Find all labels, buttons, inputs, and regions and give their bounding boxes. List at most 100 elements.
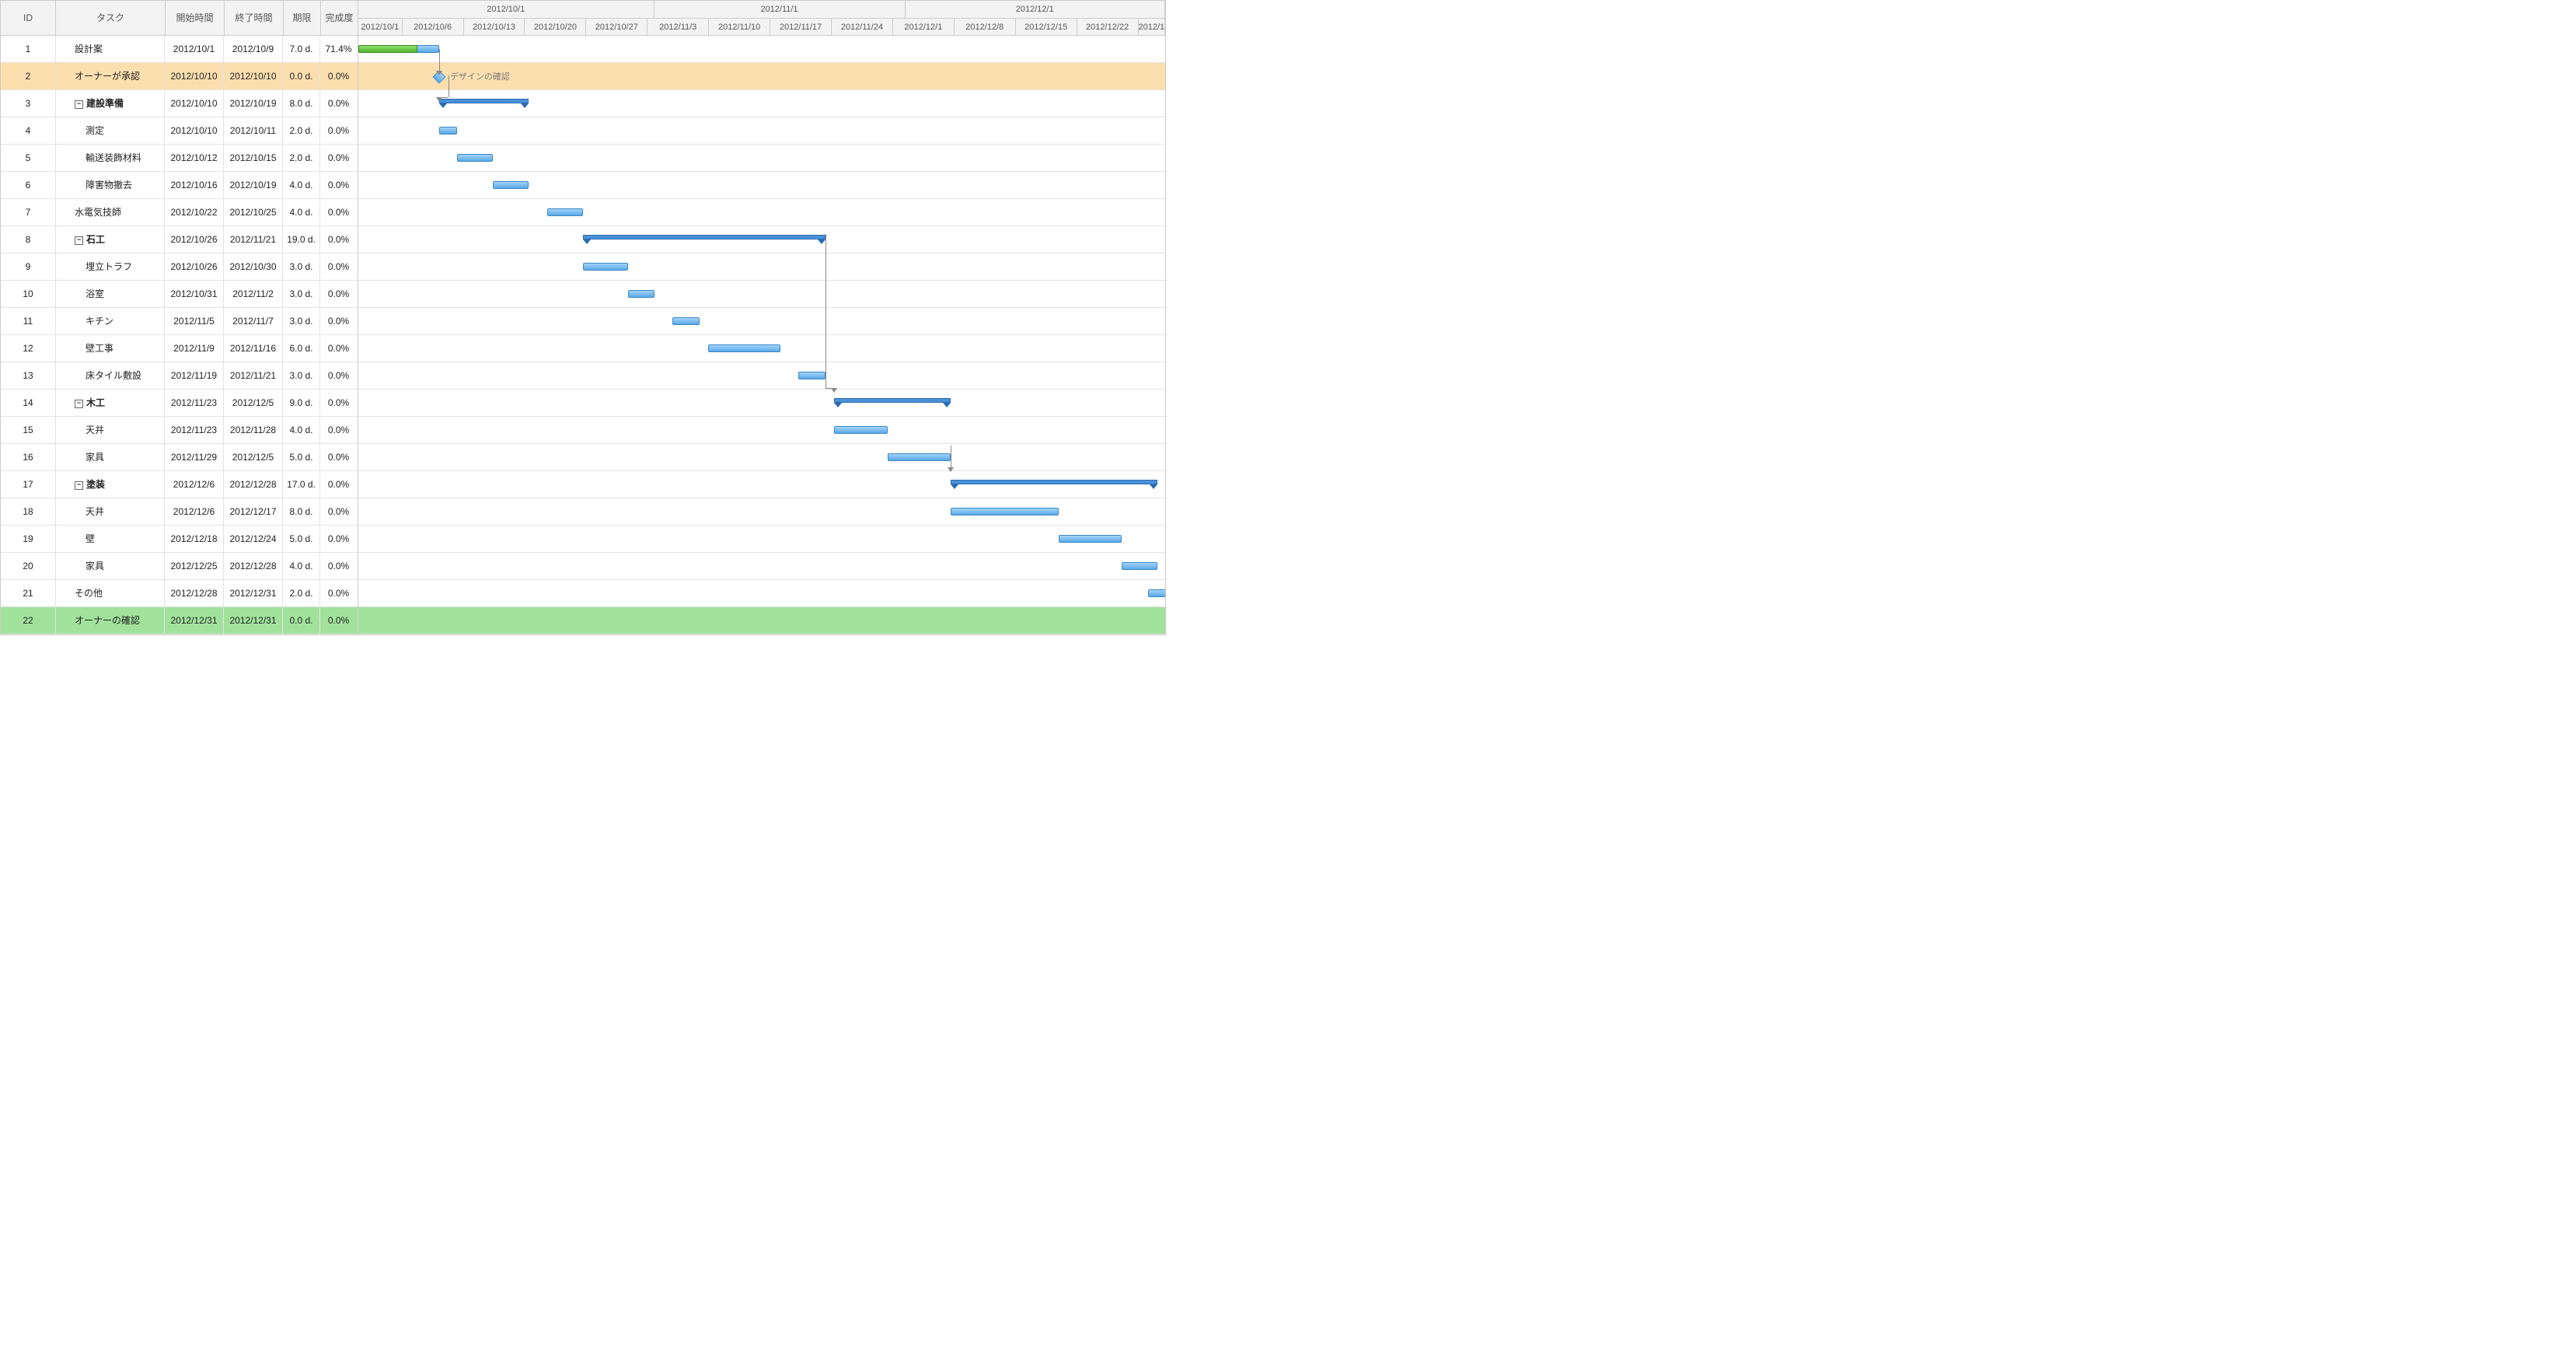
collapse-icon[interactable]: − (75, 236, 83, 245)
table-row[interactable]: 4測定2012/10/102012/10/112.0 d.0.0% (1, 117, 358, 145)
timeline-row[interactable] (358, 526, 1165, 553)
task-bar[interactable] (628, 290, 655, 298)
timeline-row[interactable] (358, 390, 1165, 417)
task-bar[interactable] (1059, 535, 1122, 543)
timeline-row[interactable] (358, 553, 1165, 580)
timeline-row[interactable] (358, 36, 1165, 63)
cell-id: 1 (1, 36, 56, 62)
cell-percent: 0.0% (320, 390, 357, 416)
collapse-icon[interactable]: − (75, 100, 83, 109)
task-bar[interactable] (951, 508, 1059, 515)
timeline-body[interactable]: デザインの確認 (358, 36, 1165, 634)
cell-id: 10 (1, 281, 56, 307)
task-bar[interactable] (672, 317, 700, 325)
table-row[interactable]: 21その他2012/12/282012/12/312.0 d.0.0% (1, 580, 358, 607)
collapse-icon[interactable]: − (75, 400, 83, 408)
task-name: 床タイル敷設 (86, 370, 141, 381)
timeline-row[interactable] (358, 498, 1165, 526)
table-row[interactable]: 2オーナーが承認2012/10/102012/10/100.0 d.0.0% (1, 63, 358, 90)
timeline-row[interactable] (358, 172, 1165, 199)
timeline[interactable]: 2012/10/12012/11/12012/12/1 2012/10/1201… (358, 1, 1165, 634)
cell-start: 2012/11/23 (165, 417, 224, 443)
table-row[interactable]: 17−塗装2012/12/62012/12/2817.0 d.0.0% (1, 471, 358, 498)
task-name: 天井 (86, 425, 104, 435)
summary-bar[interactable] (583, 235, 826, 239)
summary-bar[interactable] (951, 480, 1157, 484)
task-bar[interactable] (583, 263, 628, 271)
task-bar[interactable] (439, 127, 457, 135)
timeline-row[interactable] (358, 90, 1165, 117)
table-row[interactable]: 10浴室2012/10/312012/11/23.0 d.0.0% (1, 281, 358, 308)
timeline-row[interactable] (358, 335, 1165, 362)
timeline-row[interactable] (358, 253, 1165, 281)
task-bar[interactable] (708, 344, 780, 352)
table-row[interactable]: 16家具2012/11/292012/12/55.0 d.0.0% (1, 444, 358, 471)
timeline-row[interactable] (358, 308, 1165, 335)
table-row[interactable]: 6障害物撤去2012/10/162012/10/194.0 d.0.0% (1, 172, 358, 199)
table-row[interactable]: 3−建設準備2012/10/102012/10/198.0 d.0.0% (1, 90, 358, 117)
task-bar[interactable] (493, 181, 529, 189)
cell-end: 2012/12/24 (224, 526, 283, 552)
cell-end: 2012/12/5 (224, 390, 283, 416)
table-row[interactable]: 14−木工2012/11/232012/12/59.0 d.0.0% (1, 390, 358, 417)
week-header: 2012/12/1 (893, 19, 955, 36)
table-row[interactable]: 13床タイル敷設2012/11/192012/11/213.0 d.0.0% (1, 362, 358, 390)
col-header-start[interactable]: 開始時間 (166, 1, 225, 35)
table-row[interactable]: 19壁2012/12/182012/12/245.0 d.0.0% (1, 526, 358, 553)
timeline-row[interactable] (358, 607, 1165, 634)
cell-start: 2012/12/28 (165, 580, 224, 606)
timeline-row[interactable] (358, 417, 1165, 444)
task-bar[interactable] (358, 45, 439, 53)
task-bar[interactable] (1122, 562, 1157, 570)
table-row[interactable]: 11キチン2012/11/52012/11/73.0 d.0.0% (1, 308, 358, 335)
cell-id: 2 (1, 63, 56, 89)
summary-bar[interactable] (439, 99, 529, 103)
table-row[interactable]: 1設計案2012/10/12012/10/97.0 d.71.4% (1, 36, 358, 63)
table-row[interactable]: 7水電気技師2012/10/222012/10/254.0 d.0.0% (1, 199, 358, 226)
cell-task: 壁工事 (56, 335, 165, 362)
task-bar[interactable] (798, 372, 826, 379)
timeline-row[interactable] (358, 362, 1165, 390)
cell-duration: 4.0 d. (283, 199, 320, 225)
table-row[interactable]: 8−石工2012/10/262012/11/2119.0 d.0.0% (1, 226, 358, 253)
col-header-end[interactable]: 終了時間 (225, 1, 284, 35)
timeline-row[interactable] (358, 145, 1165, 172)
col-header-id[interactable]: ID (1, 1, 56, 35)
col-header-task[interactable]: タスク (56, 1, 166, 35)
task-bar[interactable] (834, 426, 888, 434)
month-header: 2012/10/1 (358, 1, 654, 18)
timeline-row[interactable] (358, 281, 1165, 308)
timeline-row[interactable] (358, 226, 1165, 253)
table-row[interactable]: 9埋立トラフ2012/10/262012/10/303.0 d.0.0% (1, 253, 358, 281)
cell-start: 2012/12/25 (165, 553, 224, 579)
cell-duration: 3.0 d. (283, 308, 320, 334)
cell-end: 2012/11/2 (224, 281, 283, 307)
table-row[interactable]: 5輸送装飾材料2012/10/122012/10/152.0 d.0.0% (1, 145, 358, 172)
table-row[interactable]: 20家具2012/12/252012/12/284.0 d.0.0% (1, 553, 358, 580)
summary-bar[interactable] (834, 398, 951, 403)
table-row[interactable]: 12壁工事2012/11/92012/11/166.0 d.0.0% (1, 335, 358, 362)
task-bar[interactable] (547, 208, 583, 216)
task-bar[interactable] (457, 154, 493, 162)
timeline-row[interactable] (358, 444, 1165, 471)
cell-percent: 0.0% (320, 226, 357, 253)
timeline-row[interactable]: デザインの確認 (358, 63, 1165, 90)
cell-start: 2012/10/22 (165, 199, 224, 225)
task-bar[interactable] (888, 453, 951, 461)
task-name: 水電気技師 (75, 207, 121, 218)
timeline-row[interactable] (358, 117, 1165, 145)
col-header-duration[interactable]: 期限 (284, 1, 321, 35)
table-row[interactable]: 22オーナーの確認2012/12/312012/12/310.0 d.0.0% (1, 607, 358, 634)
gantt-chart: ID タスク 開始時間 終了時間 期限 完成度 1設計案2012/10/1201… (0, 0, 1166, 635)
collapse-icon[interactable]: − (75, 481, 83, 490)
timeline-row[interactable] (358, 199, 1165, 226)
cell-percent: 0.0% (320, 90, 357, 117)
cell-task: −建設準備 (56, 90, 165, 117)
table-row[interactable]: 15天井2012/11/232012/11/284.0 d.0.0% (1, 417, 358, 444)
timeline-row[interactable] (358, 471, 1165, 498)
task-bar[interactable] (1148, 589, 1165, 597)
timeline-row[interactable] (358, 580, 1165, 607)
table-row[interactable]: 18天井2012/12/62012/12/178.0 d.0.0% (1, 498, 358, 526)
col-header-percent[interactable]: 完成度 (321, 1, 358, 35)
dependency-arrow-icon (436, 97, 442, 102)
